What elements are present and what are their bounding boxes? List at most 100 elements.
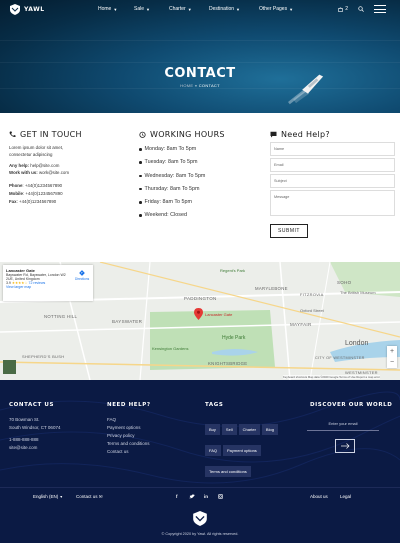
footer-link[interactable]: Payment options xyxy=(107,424,151,432)
footer-link[interactable]: Privacy policy xyxy=(107,432,151,440)
work-email-label: Work with us: xyxy=(9,170,38,175)
tag[interactable]: FAQ xyxy=(205,445,222,456)
breadcrumb-current: CONTACT xyxy=(198,83,220,88)
map-label: KNIGHTSBRIDGE xyxy=(208,361,248,366)
fax-label: Fax xyxy=(9,199,17,204)
menu-sale[interactable]: Sale ▼ xyxy=(134,6,169,12)
help-email[interactable]: help@site.com xyxy=(30,163,59,168)
footer-discover-title: DISCOVER OUR WORLD xyxy=(310,402,393,408)
footer-contact-label: Contact us xyxy=(76,494,98,499)
menu-home[interactable]: Home ▼ xyxy=(98,6,134,12)
touch-intro-line1: Lorem ipsum dolor sit amet, xyxy=(9,145,64,150)
tag[interactable]: Buy xyxy=(205,424,220,435)
tag[interactable]: Payment options xyxy=(223,445,261,456)
envelope-icon: ✉ xyxy=(98,494,103,499)
zoom-out-button[interactable]: − xyxy=(387,357,397,368)
footer-contact-title: CONTACT US xyxy=(9,402,55,408)
tag[interactable]: Blog xyxy=(261,424,278,435)
hours-list: Monday: 8am To 5pm Tuesday: 8am To 5pm W… xyxy=(139,146,225,226)
work-email[interactable]: work@site.com xyxy=(39,170,69,175)
brand-name: YAWL xyxy=(24,6,45,13)
footer-contact-link[interactable]: Contact us ✉ xyxy=(76,494,103,500)
language-selector[interactable]: English (EN) ▼ xyxy=(33,494,63,499)
email-field[interactable]: Email xyxy=(270,158,395,172)
footer-tags-title: TAGS xyxy=(205,402,224,408)
map-place-card: Lancaster Gate Bayswater Rd, Bayswater, … xyxy=(3,265,93,301)
chevron-down-icon: ▼ xyxy=(187,6,192,12)
map-label: SHEPHERD'S BUSH xyxy=(22,354,65,359)
twitter-icon[interactable] xyxy=(189,494,195,499)
menu-home-label: Home xyxy=(98,6,112,12)
main-menu: Home ▼ Sale ▼ Charter ▼ Destination ▼ Other … xyxy=(98,6,293,12)
footer-contact: CONTACT US 70 Bowman St. South Windsor, … xyxy=(9,402,60,452)
facebook-icon[interactable]: f xyxy=(176,494,178,499)
chevron-down-icon: ▼ xyxy=(236,6,240,12)
map-label: BAYSWATER xyxy=(112,319,143,324)
instagram-icon[interactable] xyxy=(218,494,223,499)
breadcrumb-home[interactable]: HOME xyxy=(180,83,193,88)
map-pin-icon[interactable] xyxy=(194,308,203,320)
footer-contact-lines: 70 Bowman St. South Windsor, CT 06074 1-… xyxy=(9,416,60,452)
footer-help: NEED HELP? FAQ Payment options Privacy p… xyxy=(107,402,151,456)
search-icon[interactable] xyxy=(358,6,364,12)
chevron-down-icon: ▼ xyxy=(289,6,294,12)
mobile-label: Mobile xyxy=(9,191,23,196)
touch-intro: Lorem ipsum dolor sit amet, consectetur … xyxy=(9,144,82,158)
menu-other-label: Other Pages xyxy=(259,6,288,12)
hours-item: Monday: 8am To 5pm xyxy=(139,146,225,159)
zoom-in-button[interactable]: + xyxy=(387,346,397,357)
linkedin-icon[interactable]: in xyxy=(204,494,208,499)
working-hours-title: WORKING HOURS xyxy=(150,130,225,139)
map-attribution[interactable]: Keyboard shortcuts Map data ©2020 Google… xyxy=(283,375,380,379)
footer-help-title: NEED HELP? xyxy=(107,402,151,408)
map-label: London xyxy=(345,340,369,347)
need-help-heading: Need Help? xyxy=(270,130,395,139)
menu-other-pages[interactable]: Other Pages ▼ xyxy=(259,6,293,12)
footer-newsletter: DISCOVER OUR WORLD Enter your email xyxy=(307,402,393,453)
chevron-down-icon: ▼ xyxy=(146,6,150,12)
view-larger-map-link[interactable]: View larger map xyxy=(6,285,90,289)
working-hours-section: WORKING HOURS Monday: 8am To 5pm Tuesday… xyxy=(139,130,225,226)
tag[interactable]: Charter xyxy=(238,424,260,435)
name-field[interactable]: Name xyxy=(270,142,395,156)
menu-charter-label: Charter xyxy=(169,6,186,12)
shield-logo-icon xyxy=(10,4,20,15)
menu-destination[interactable]: Destination ▼ xyxy=(209,6,259,12)
footer-phone[interactable]: 1-888-888-888 xyxy=(9,436,60,444)
legal-link[interactable]: Legal xyxy=(340,494,351,499)
footer-email[interactable]: site@site.com xyxy=(9,444,60,452)
footer-link[interactable]: FAQ xyxy=(107,416,151,424)
need-help-section: Need Help? Name Email Subject Message SU… xyxy=(270,130,395,238)
hours-item: Wednesday: 8am To 5pm xyxy=(139,173,225,186)
message-field[interactable]: Message xyxy=(270,190,395,216)
hamburger-menu-icon[interactable] xyxy=(374,5,386,13)
phone-value[interactable]: : +44(0)1234567890 xyxy=(22,183,62,188)
get-in-touch-title: GET IN TOUCH xyxy=(20,130,82,139)
map-label: MARYLEBONE xyxy=(255,286,288,291)
arrow-right-icon xyxy=(340,443,349,449)
directions-button[interactable]: Directions xyxy=(75,270,89,281)
cart-button[interactable]: 2 xyxy=(338,6,348,12)
phone-label: Phone xyxy=(9,183,23,188)
map-embed[interactable]: Lancaster Gate Bayswater Rd, Bayswater, … xyxy=(0,262,400,380)
logo[interactable]: YAWL xyxy=(10,4,45,15)
menu-charter[interactable]: Charter ▼ xyxy=(169,6,209,12)
footer-logo-icon[interactable] xyxy=(193,511,207,526)
subject-field[interactable]: Subject xyxy=(270,174,395,188)
footer-address-line1: 70 Bowman St. xyxy=(9,417,40,422)
cart-count: 2 xyxy=(345,6,348,12)
mobile-value[interactable]: : +44(0)1234567890 xyxy=(23,191,63,196)
map-label: CITY OF WESTMINSTER xyxy=(315,356,365,360)
tag[interactable]: Terms and conditions xyxy=(205,466,251,477)
newsletter-email-input[interactable]: Enter your email xyxy=(307,418,379,431)
map-label: NOTTING HILL xyxy=(44,314,78,319)
newsletter-submit-button[interactable] xyxy=(335,439,355,453)
tag[interactable]: Sell xyxy=(221,424,237,435)
hours-item: Tuesday: 8am To 5pm xyxy=(139,159,225,172)
working-hours-heading: WORKING HOURS xyxy=(139,130,225,139)
submit-button[interactable]: SUBMIT xyxy=(270,224,308,238)
footer-link[interactable]: Contact us xyxy=(107,448,151,456)
footer-link[interactable]: Terms and conditions xyxy=(107,440,151,448)
chevron-down-icon: ▼ xyxy=(113,6,118,12)
about-link[interactable]: About us xyxy=(310,494,328,499)
